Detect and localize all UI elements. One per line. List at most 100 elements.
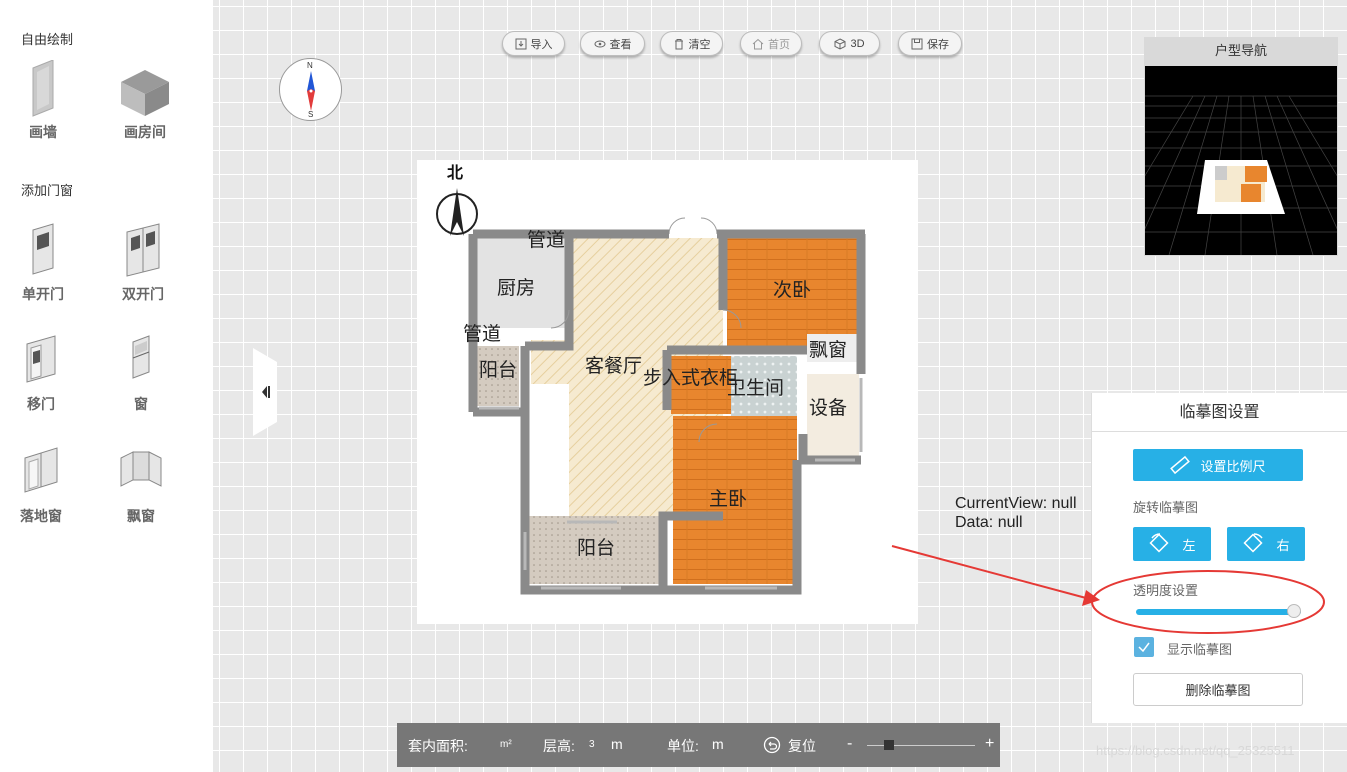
height-label: 层高: [543,738,575,754]
compass-needle-icon [307,71,315,111]
save-label: 保存 [927,38,949,51]
tool-label: 画墙 [29,125,57,141]
3d-button[interactable]: 3D [819,31,880,56]
room-label-balcony: 阳台 [577,537,615,559]
cube-icon [834,37,846,50]
tool-label: 双开门 [122,287,164,303]
bottom-status-bar: 套内面积: m² 层高: 3 m 单位: m 复位 - + [397,723,1000,767]
rotate-left-label: 左 [1182,537,1196,553]
set-scale-label: 设置比例尺 [1200,458,1266,474]
clear-label: 清空 [688,38,711,51]
room-label-pipe: 管道 [463,323,501,345]
tool-label: 落地窗 [20,509,62,525]
home-button[interactable]: 首页 [740,31,802,56]
height-value[interactable]: 3 [589,739,595,750]
checkmark-icon [1138,642,1150,653]
wall-icon [32,60,54,117]
rotate-right-icon [1243,533,1264,553]
home-icon [752,38,764,49]
unit-label: 单位: [667,738,699,754]
tool-floor-window[interactable]: 落地窗 [1,444,81,526]
floorplan-trace-image[interactable]: 北 入口 [417,160,918,624]
area-label: 套内面积: [408,738,468,754]
clear-button[interactable]: 清空 [660,31,723,56]
section-title-draw: 自由绘制 [21,32,74,47]
room-label-kitchen: 厨房 [497,277,535,299]
area-unit: m² [500,739,512,750]
navigator-3d-view[interactable] [1145,66,1337,255]
tool-draw-room[interactable]: 画房间 [105,60,185,142]
section-title-doors: 添加门窗 [21,183,74,198]
tool-label: 单开门 [22,287,64,303]
tool-label: 窗 [134,397,148,413]
tool-label: 移门 [27,397,55,413]
set-scale-button[interactable]: 设置比例尺 [1133,449,1303,481]
unit-value[interactable]: m [712,736,724,752]
tool-sliding-door[interactable]: 移门 [1,332,81,414]
rotate-right-label: 右 [1276,537,1290,553]
room-label-master: 主卧 [709,488,747,510]
tool-double-door[interactable]: 双开门 [103,222,183,304]
tool-label: 飘窗 [127,509,155,525]
debug-readout: CurrentView: null Data: null [955,494,1077,532]
current-view-text: CurrentView: null [955,495,1077,512]
zoom-out-button[interactable]: - [847,735,852,753]
room-label-bathroom: 卫生间 [727,377,784,399]
zoom-in-button[interactable]: + [985,735,994,753]
floorplan-navigator[interactable]: 户型导航 [1144,37,1338,256]
room-label-living: 客餐厅 [585,355,642,377]
delete-trace-button[interactable]: 删除临摹图 [1133,673,1303,706]
panel-title: 临摹图设置 [1092,393,1347,432]
room-label-bay: 飘窗 [809,339,847,361]
tool-window[interactable]: 窗 [101,332,181,414]
room-label-pipe: 管道 [527,229,565,251]
data-text: Data: null [955,514,1023,531]
reset-button[interactable]: 复位 [788,736,816,756]
compass-north-label: N [307,61,313,70]
double-door-icon [126,223,160,277]
room-icon [121,70,169,116]
window-icon [132,335,150,379]
tool-bay-window[interactable]: 飘窗 [101,444,181,526]
import-label: 导入 [530,38,553,51]
watermark-text: https://blog.csdn.net/qq_25325511 [1096,743,1295,758]
floor-window-icon [24,447,58,493]
rotate-right-button[interactable]: 右 [1227,527,1305,561]
compass-south-label: S [308,110,314,119]
zoom-slider-handle[interactable] [884,740,894,750]
opacity-slider-handle[interactable] [1287,604,1301,618]
ruler-icon [1170,455,1191,475]
tool-single-door[interactable]: 单开门 [3,222,83,304]
left-sidebar: 自由绘制 画墙 画房间 添加门窗 单开门 双开门 移门 窗 落地窗 飘窗 [0,0,213,772]
sliding-door-icon [26,335,56,383]
save-button[interactable]: 保存 [898,31,962,56]
height-unit: m [611,736,623,752]
show-trace-checkbox[interactable] [1134,637,1154,657]
room-label-balcony: 阳台 [479,359,517,381]
room-label-equipment: 设备 [809,397,847,419]
show-trace-label: 显示临摹图 [1167,642,1233,657]
north-label: 北 [447,163,463,182]
home-label: 首页 [768,38,790,51]
save-icon [911,38,923,49]
trace-settings-panel: 临摹图设置 设置比例尺 旋转临摹图 左 右 透明度设置 显示临摹图 删除临摹图 [1091,393,1347,723]
import-button[interactable]: 导入 [502,31,565,56]
opacity-label: 透明度设置 [1133,583,1199,598]
tool-draw-wall[interactable]: 画墙 [3,60,83,142]
import-icon [515,38,526,49]
compass[interactable]: N S [279,58,342,121]
single-door-icon [32,223,54,275]
view-button[interactable]: 查看 [580,31,645,56]
rotate-label: 旋转临摹图 [1133,500,1199,515]
collapse-sidebar-tab[interactable] [253,348,277,436]
view-label: 查看 [609,38,632,51]
bay-window-icon [120,451,162,487]
3d-label: 3D [850,37,865,50]
rotate-left-icon [1149,533,1170,553]
rotate-left-button[interactable]: 左 [1133,527,1211,561]
tool-label: 画房间 [124,125,166,141]
opacity-slider[interactable] [1136,604,1301,618]
navigator-title: 户型导航 [1214,43,1267,58]
reset-icon[interactable] [763,736,781,754]
trash-icon [674,38,683,49]
